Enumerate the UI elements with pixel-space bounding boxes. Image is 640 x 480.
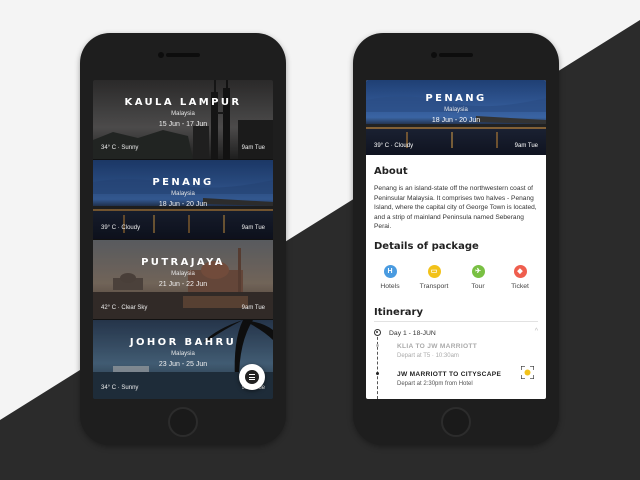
destination-card-penang[interactable]: PENANG Malaysia 18 Jun - 20 Jun 39° C · …	[93, 160, 273, 239]
menu-icon	[245, 370, 259, 384]
hero-dates: 18 Jun - 20 Jun	[431, 117, 481, 124]
destinations-screen: KAULA LAMPUR Malaysia 15 Jun - 17 Jun 34…	[93, 80, 273, 399]
card-time: 9am Tue	[241, 145, 265, 151]
hero-banner: PENANG Malaysia 18 Jun - 20 Jun 39° C · …	[366, 80, 546, 155]
card-time: 9am Tue	[241, 305, 265, 311]
package-transport[interactable]: ▭ Transport	[414, 265, 454, 290]
hero-weather: 39° C · Cloudy	[374, 143, 414, 149]
card-city: JOHOR BAHRU	[129, 337, 237, 348]
package-hotels[interactable]: H Hotels	[370, 265, 410, 290]
card-country: Malaysia	[171, 271, 195, 277]
timeline-dot	[376, 372, 379, 375]
phone-detail: PENANG Malaysia 18 Jun - 20 Jun 39° C · …	[353, 33, 559, 445]
phone-camera	[431, 52, 437, 58]
menu-button[interactable]	[239, 364, 265, 390]
itinerary-divider	[374, 321, 538, 322]
destination-card-putrajaya[interactable]: PUTRAJAYA Malaysia 21 Jun - 22 Jun 42° C…	[93, 240, 273, 319]
package-tour[interactable]: ✈ Tour	[458, 265, 498, 290]
itinerary-heading: Itinerary	[374, 307, 423, 318]
card-dates: 15 Jun - 17 Jun	[158, 121, 208, 128]
card-weather: 34° C · Sunny	[101, 385, 139, 391]
card-weather: 42° C · Clear Sky	[101, 305, 148, 311]
phone-speaker	[166, 53, 200, 57]
itinerary-item-subtitle: Depart at T5 · 10:30am	[397, 353, 459, 359]
package-label: Transport	[419, 283, 449, 290]
day-marker-icon	[374, 329, 381, 336]
plane-icon: ✈	[471, 265, 485, 278]
ticket-icon: ◆	[513, 265, 527, 278]
card-time: 9am Tue	[241, 225, 265, 231]
package-heading: Details of package	[374, 241, 479, 252]
phone-speaker	[439, 53, 473, 57]
card-weather: 34° C · Sunny	[101, 145, 139, 151]
day-label[interactable]: Day 1 - 18-JUN	[389, 330, 436, 337]
chevron-up-icon[interactable]: ^	[535, 328, 538, 335]
card-country: Malaysia	[171, 111, 195, 117]
taxi-icon: ▭	[427, 265, 441, 278]
about-text: Penang is an island-state off the northw…	[374, 185, 537, 231]
hero-city: PENANG	[425, 93, 487, 104]
card-weather: 39° C · Cloudy	[101, 225, 141, 231]
destination-card-kuala-lumpur[interactable]: KAULA LAMPUR Malaysia 15 Jun - 17 Jun 34…	[93, 80, 273, 159]
card-country: Malaysia	[171, 191, 195, 197]
home-button[interactable]	[168, 407, 198, 437]
itinerary-item-title[interactable]: JW MARRIOTT TO CITYSCAPE	[397, 371, 501, 378]
card-dates: 18 Jun - 20 Jun	[158, 201, 208, 208]
home-button[interactable]	[441, 407, 471, 437]
phone-camera	[158, 52, 164, 58]
hero-time: 9am Tue	[514, 143, 538, 149]
card-dates: 21 Jun - 22 Jun	[158, 281, 208, 288]
timeline-line	[377, 332, 378, 399]
card-country: Malaysia	[171, 351, 195, 357]
scan-icon[interactable]	[521, 366, 534, 379]
itinerary-item-subtitle: Depart at 2:30pm from Hotel	[397, 381, 473, 387]
package-ticket[interactable]: ◆ Ticket	[500, 265, 540, 290]
hotel-icon: H	[383, 265, 397, 278]
itinerary-item-title[interactable]: KLIA TO JW MARRIOTT	[397, 343, 477, 350]
phone-list: KAULA LAMPUR Malaysia 15 Jun - 17 Jun 34…	[80, 33, 286, 445]
package-label: Ticket	[511, 283, 529, 290]
package-label: Hotels	[380, 283, 400, 290]
timeline-dot	[376, 344, 379, 347]
about-heading: About	[374, 166, 408, 177]
hero-country: Malaysia	[444, 107, 468, 113]
card-city: KAULA LAMPUR	[124, 97, 242, 108]
card-city: PUTRAJAYA	[141, 257, 225, 268]
package-label: Tour	[471, 283, 485, 290]
card-city: PENANG	[152, 177, 214, 188]
destination-detail-screen: PENANG Malaysia 18 Jun - 20 Jun 39° C · …	[366, 80, 546, 399]
